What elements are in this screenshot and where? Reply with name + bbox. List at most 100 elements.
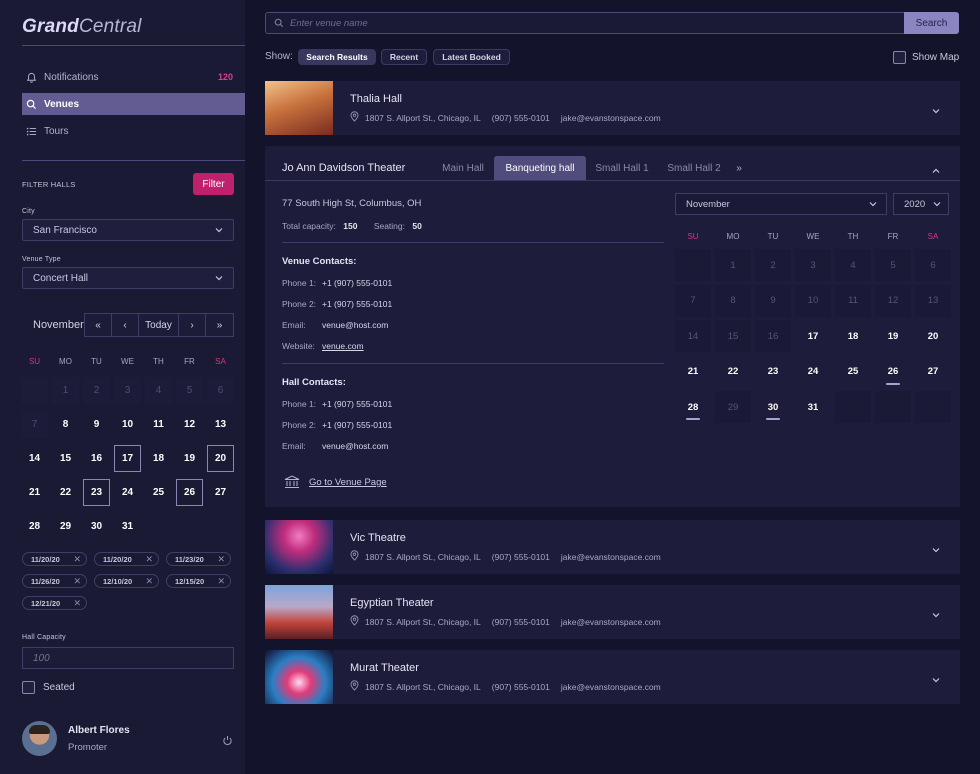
- nav-item-tours[interactable]: Tours: [22, 120, 245, 142]
- calendar-day[interactable]: 18: [835, 320, 871, 352]
- prev-year-button[interactable]: «: [84, 313, 112, 337]
- tab-banqueting-hall[interactable]: Banqueting hall: [494, 156, 586, 180]
- calendar-day[interactable]: 21: [21, 479, 48, 506]
- close-icon[interactable]: ✕: [145, 554, 153, 565]
- close-icon[interactable]: ✕: [73, 598, 81, 609]
- calendar-day[interactable]: 13: [207, 411, 234, 438]
- calendar-day[interactable]: 31: [114, 513, 141, 540]
- next-month-button[interactable]: ›: [178, 313, 206, 337]
- booking-indicator: [766, 418, 780, 420]
- close-icon[interactable]: ✕: [73, 576, 81, 587]
- calendar-day[interactable]: 15: [52, 445, 79, 472]
- close-icon[interactable]: ✕: [73, 554, 81, 565]
- contact-row: Phone 1: +1 (907) 555-0101: [282, 399, 392, 409]
- calendar-day[interactable]: 19: [176, 445, 203, 472]
- prev-month-button[interactable]: ‹: [111, 313, 139, 337]
- chevron-down-icon[interactable]: [931, 103, 941, 121]
- venue-row[interactable]: Vic Theatre 1807 S. Allport St., Chicago…: [265, 520, 960, 574]
- venue-phone: (907) 555-0101: [491, 112, 550, 123]
- filter-button[interactable]: Filter: [193, 173, 234, 195]
- calendar-day[interactable]: 10: [114, 411, 141, 438]
- nav-item-notifications[interactable]: Notifications 120: [22, 66, 245, 88]
- city-select[interactable]: San Francisco: [22, 219, 234, 241]
- close-icon[interactable]: ✕: [217, 576, 225, 587]
- seated-checkbox[interactable]: [22, 681, 35, 694]
- calendar-day[interactable]: 22: [52, 479, 79, 506]
- date-chip: 11/20/20 ✕: [22, 552, 87, 566]
- chevron-down-icon[interactable]: [931, 672, 941, 690]
- calendar-day[interactable]: 26: [176, 479, 203, 506]
- go-to-venue-page-link[interactable]: Go to Venue Page: [309, 477, 387, 488]
- calendar-day[interactable]: 30: [83, 513, 110, 540]
- calendar-day[interactable]: 8: [52, 411, 79, 438]
- date-chip: 11/23/20 ✕: [166, 552, 231, 566]
- calendar-day[interactable]: 20: [207, 445, 234, 472]
- tab-small-hall-2[interactable]: Small Hall 2: [660, 156, 728, 180]
- venue-row[interactable]: Thalia Hall 1807 S. Allport St., Chicago…: [265, 81, 960, 135]
- month-select[interactable]: November: [675, 193, 887, 215]
- filter-latest-booked[interactable]: Latest Booked: [433, 49, 510, 65]
- calendar-day[interactable]: 23: [755, 356, 791, 388]
- calendar-day[interactable]: 27: [207, 479, 234, 506]
- calendar-day: 2: [755, 249, 791, 281]
- calendar-day[interactable]: 29: [52, 513, 79, 540]
- tab-main-hall[interactable]: Main Hall: [433, 156, 493, 180]
- calendar-day[interactable]: 28: [21, 513, 48, 540]
- filter-search-results[interactable]: Search Results: [298, 49, 376, 65]
- year-select[interactable]: 2020: [893, 193, 949, 215]
- year-value: 2020: [904, 198, 926, 210]
- calendar-day[interactable]: 19: [875, 320, 911, 352]
- calendar-day[interactable]: 23: [83, 479, 110, 506]
- close-icon[interactable]: ✕: [217, 554, 225, 565]
- chevron-down-icon[interactable]: [931, 607, 941, 625]
- seating-label: Seating:: [373, 221, 406, 231]
- calendar-day[interactable]: 21: [675, 356, 711, 388]
- venue-email: jake@evanstonspace.com: [560, 681, 661, 692]
- calendar-day[interactable]: 28: [675, 391, 711, 423]
- location-pin-icon: [350, 680, 359, 693]
- chevron-down-icon[interactable]: [931, 542, 941, 560]
- nav-item-venues[interactable]: Venues: [22, 93, 245, 115]
- next-year-button[interactable]: »: [205, 313, 234, 337]
- calendar-day[interactable]: 17: [795, 320, 831, 352]
- venue-type-label: Venue Type: [22, 256, 61, 263]
- calendar-day[interactable]: 18: [145, 445, 172, 472]
- calendar-day[interactable]: 16: [83, 445, 110, 472]
- app-logo[interactable]: GrandCentral: [22, 16, 142, 38]
- hall-capacity-input[interactable]: 100: [22, 647, 234, 669]
- calendar-day[interactable]: 31: [795, 391, 831, 423]
- chevron-up-icon[interactable]: [931, 163, 941, 181]
- venue-search-input[interactable]: Enter venue name: [265, 12, 905, 34]
- calendar-day[interactable]: 24: [795, 356, 831, 388]
- calendar-day[interactable]: 27: [915, 356, 951, 388]
- filter-recent[interactable]: Recent: [381, 49, 427, 65]
- tab-small-hall-1[interactable]: Small Hall 1: [587, 156, 657, 180]
- calendar-day[interactable]: 30: [755, 391, 791, 423]
- calendar-day[interactable]: 26: [875, 356, 911, 388]
- show-map-checkbox[interactable]: [893, 51, 906, 64]
- more-tabs-icon[interactable]: »: [729, 156, 749, 180]
- venue-type-select[interactable]: Concert Hall: [22, 267, 234, 289]
- calendar-day[interactable]: 12: [176, 411, 203, 438]
- search-button[interactable]: Search: [904, 12, 959, 34]
- calendar-day[interactable]: 9: [83, 411, 110, 438]
- calendar-day: 12: [875, 284, 911, 317]
- chevron-down-icon: [214, 273, 224, 286]
- search-icon: [274, 18, 284, 28]
- calendar-day[interactable]: 24: [114, 479, 141, 506]
- today-button[interactable]: Today: [138, 313, 179, 337]
- close-icon[interactable]: ✕: [145, 576, 153, 587]
- calendar-day[interactable]: 20: [915, 320, 951, 352]
- power-icon[interactable]: [222, 733, 233, 751]
- venue-row[interactable]: Murat Theater 1807 S. Allport St., Chica…: [265, 650, 960, 704]
- venue-row[interactable]: Egyptian Theater 1807 S. Allport St., Ch…: [265, 585, 960, 639]
- list-icon: [24, 126, 38, 137]
- calendar-day[interactable]: 11: [145, 411, 172, 438]
- avatar[interactable]: [22, 721, 57, 756]
- calendar-day[interactable]: 25: [145, 479, 172, 506]
- calendar-day[interactable]: 25: [835, 356, 871, 388]
- calendar-day[interactable]: 22: [715, 356, 751, 388]
- calendar-day[interactable]: 17: [114, 445, 141, 472]
- contact-value[interactable]: venue.com: [322, 341, 364, 351]
- calendar-day[interactable]: 14: [21, 445, 48, 472]
